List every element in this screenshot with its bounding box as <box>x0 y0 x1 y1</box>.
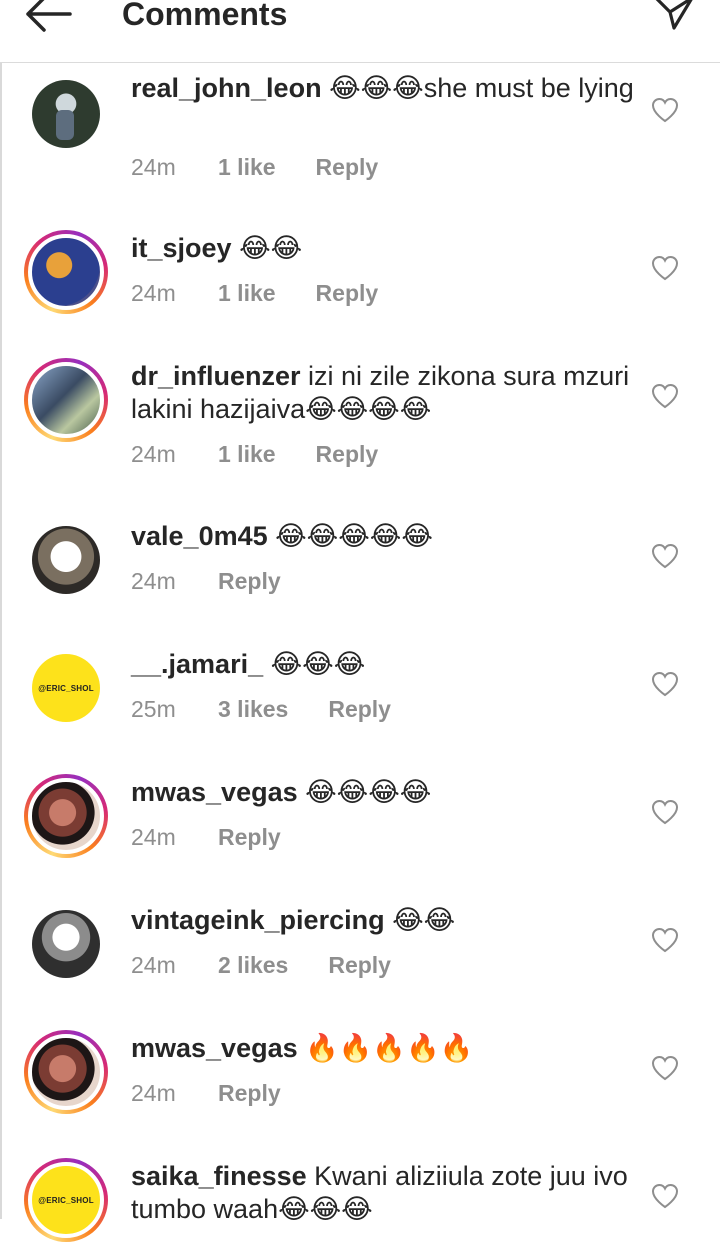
avatar-image: @ERIC_SHOL <box>32 654 100 722</box>
comment-meta: 24m Reply <box>131 1079 281 1107</box>
comment-time: 24m <box>131 441 176 467</box>
reply-button[interactable]: Reply <box>316 153 379 181</box>
heart-outline-icon[interactable] <box>651 383 679 409</box>
comment-text: 🔥🔥🔥🔥🔥 <box>297 1033 474 1063</box>
comment-meta: 24m 1 like Reply <box>131 440 378 468</box>
avatar[interactable] <box>24 902 108 986</box>
heart-outline-icon[interactable] <box>651 255 679 281</box>
comment-text: 😂😂 <box>231 233 303 263</box>
comment-meta: 24m 1 like Reply <box>131 153 378 181</box>
username-link[interactable]: it_sjoey <box>131 233 232 263</box>
heart-outline-icon[interactable] <box>651 1055 679 1081</box>
paper-plane-icon[interactable] <box>650 0 698 36</box>
avatar[interactable] <box>24 358 108 442</box>
heart-outline-icon[interactable] <box>651 927 679 953</box>
avatar-watermark: @ERIC_SHOL <box>38 1195 94 1205</box>
avatar-image <box>28 1034 104 1110</box>
likes-count[interactable]: 2 likes <box>218 951 288 979</box>
heart-outline-icon[interactable] <box>651 97 679 123</box>
comment-meta: 25m 3 likes Reply <box>131 695 391 723</box>
comment-meta: 24m Reply <box>131 823 281 851</box>
avatar-image <box>28 234 104 310</box>
username-link[interactable]: real_john_leon <box>131 73 322 103</box>
screen-edge <box>0 0 2 1219</box>
top-bar: Comments <box>0 0 720 63</box>
heart-outline-icon[interactable] <box>651 799 679 825</box>
comment-body: vintageink_piercing 😂😂 <box>131 904 641 937</box>
comment-time: 24m <box>131 280 176 306</box>
comment-body: real_john_leon 😂😂😂she must be lying <box>131 72 641 105</box>
avatar[interactable] <box>24 518 108 602</box>
heart-outline-icon[interactable] <box>651 671 679 697</box>
username-link[interactable]: dr_influenzer <box>131 361 301 391</box>
username-link[interactable]: mwas_vegas <box>131 1033 298 1063</box>
avatar-image <box>28 362 104 438</box>
comment-body: mwas_vegas 😂😂😂😂 <box>131 776 641 809</box>
comment-body: __.jamari_ 😂😂😂 <box>131 648 641 681</box>
heart-outline-icon[interactable] <box>651 543 679 569</box>
comment-text: 😂😂😂she must be lying <box>321 73 634 103</box>
username-link[interactable]: saika_finesse <box>131 1161 307 1191</box>
comment-time: 24m <box>131 568 176 594</box>
avatar[interactable] <box>24 72 108 156</box>
comment-time: 24m <box>131 1080 176 1106</box>
avatar-image <box>32 80 100 148</box>
avatar[interactable] <box>24 1030 108 1114</box>
avatar[interactable]: @ERIC_SHOL <box>24 646 108 730</box>
comment-time: 24m <box>131 154 176 180</box>
likes-count[interactable]: 1 like <box>218 440 276 468</box>
comment-text: 😂😂😂😂 <box>297 777 432 807</box>
avatar-image <box>28 778 104 854</box>
comment-body: it_sjoey 😂😂 <box>131 232 641 265</box>
avatar[interactable] <box>24 774 108 858</box>
likes-count[interactable]: 3 likes <box>218 695 288 723</box>
avatar-image: @ERIC_SHOL <box>28 1162 104 1238</box>
reply-button[interactable]: Reply <box>316 440 379 468</box>
username-link[interactable]: vale_0m45 <box>131 521 268 551</box>
comment-text: 😂😂😂😂😂 <box>267 521 433 551</box>
page-title: Comments <box>122 0 288 32</box>
reply-button[interactable]: Reply <box>218 567 281 595</box>
avatar[interactable] <box>24 230 108 314</box>
comment-meta: 24m Reply <box>131 567 281 595</box>
reply-button[interactable]: Reply <box>328 951 391 979</box>
reply-button[interactable]: Reply <box>328 695 391 723</box>
reply-button[interactable]: Reply <box>218 1079 281 1107</box>
avatar-image <box>32 910 100 978</box>
comment-body: saika_finesse Kwani aliziiula zote juu i… <box>131 1160 641 1226</box>
username-link[interactable]: vintageink_piercing <box>131 905 385 935</box>
avatar-watermark: @ERIC_SHOL <box>38 683 94 693</box>
likes-count[interactable]: 1 like <box>218 153 276 181</box>
comment-meta: 24m 1 like Reply <box>131 279 378 307</box>
comment-text: 😂😂 <box>384 905 456 935</box>
reply-button[interactable]: Reply <box>316 279 379 307</box>
username-link[interactable]: mwas_vegas <box>131 777 298 807</box>
comment-body: mwas_vegas 🔥🔥🔥🔥🔥 <box>131 1032 641 1065</box>
comment-body: vale_0m45 😂😂😂😂😂 <box>131 520 641 553</box>
username-link[interactable]: __.jamari_ <box>131 649 263 679</box>
comment-text: 😂😂😂 <box>263 649 366 679</box>
heart-outline-icon[interactable] <box>651 1183 679 1209</box>
comment-meta: 24m 2 likes Reply <box>131 951 391 979</box>
comment-time: 24m <box>131 824 176 850</box>
likes-count[interactable]: 1 like <box>218 279 276 307</box>
comment-time: 25m <box>131 696 176 722</box>
reply-button[interactable]: Reply <box>218 823 281 851</box>
avatar-image <box>32 526 100 594</box>
comment-body: dr_influenzer izi ni zile zikona sura mz… <box>131 360 641 426</box>
comment-time: 24m <box>131 952 176 978</box>
arrow-left-icon[interactable] <box>22 0 74 34</box>
avatar[interactable]: @ERIC_SHOL <box>24 1158 108 1242</box>
